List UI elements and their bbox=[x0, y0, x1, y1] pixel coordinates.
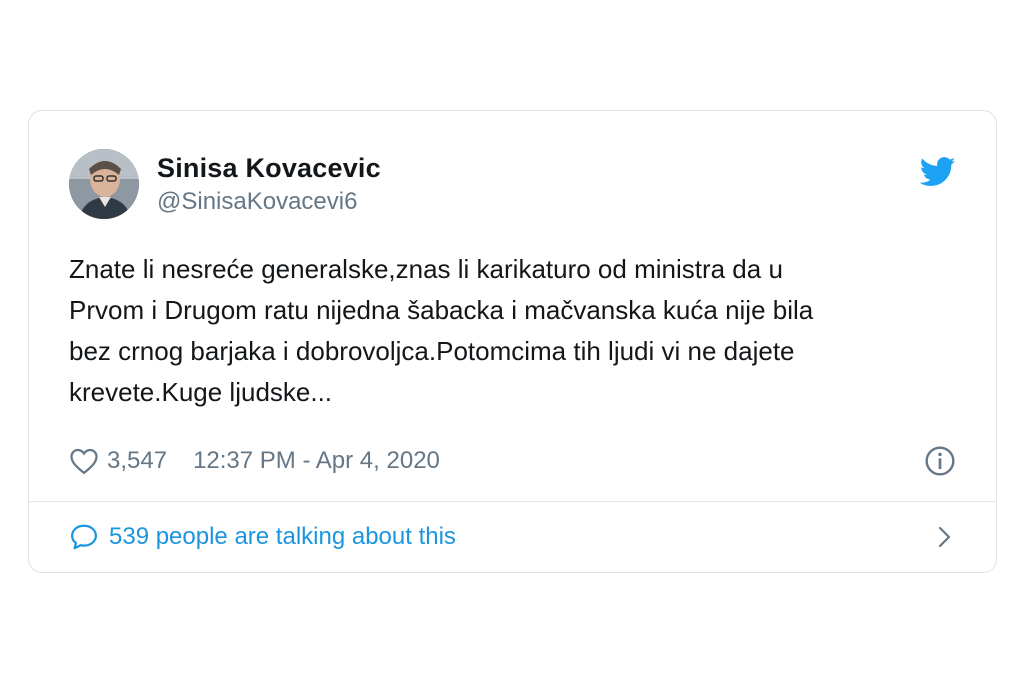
chevron-right-icon[interactable] bbox=[932, 525, 956, 549]
twitter-bird-icon[interactable] bbox=[920, 157, 956, 187]
tweet-timestamp[interactable]: 12:37 PM - Apr 4, 2020 bbox=[193, 447, 440, 475]
avatar-photo-icon bbox=[69, 149, 139, 219]
info-icon[interactable] bbox=[924, 445, 956, 477]
tweet-meta-row: 3,547 12:37 PM - Apr 4, 2020 bbox=[69, 444, 956, 478]
speech-bubble-icon bbox=[71, 524, 97, 550]
author-display-name[interactable]: Sinisa Kovacevic bbox=[157, 152, 381, 184]
divider bbox=[29, 501, 996, 502]
conversation-link[interactable]: 539 people are talking about this bbox=[69, 519, 956, 555]
tweet-card[interactable]: Sinisa Kovacevic @SinisaKovacevi6 Znate … bbox=[28, 110, 997, 573]
avatar[interactable] bbox=[69, 149, 139, 219]
conversation-label[interactable]: 539 people are talking about this bbox=[109, 523, 456, 551]
author-block[interactable]: Sinisa Kovacevic @SinisaKovacevi6 bbox=[157, 152, 381, 218]
like-count[interactable]: 3,547 bbox=[107, 447, 167, 475]
tweet-text: Znate li nesreće generalske,znas li kari… bbox=[69, 254, 814, 407]
author-handle[interactable]: @SinisaKovacevi6 bbox=[157, 186, 381, 218]
heart-icon[interactable] bbox=[69, 447, 99, 475]
tweet-header: Sinisa Kovacevic @SinisaKovacevi6 bbox=[69, 149, 956, 223]
